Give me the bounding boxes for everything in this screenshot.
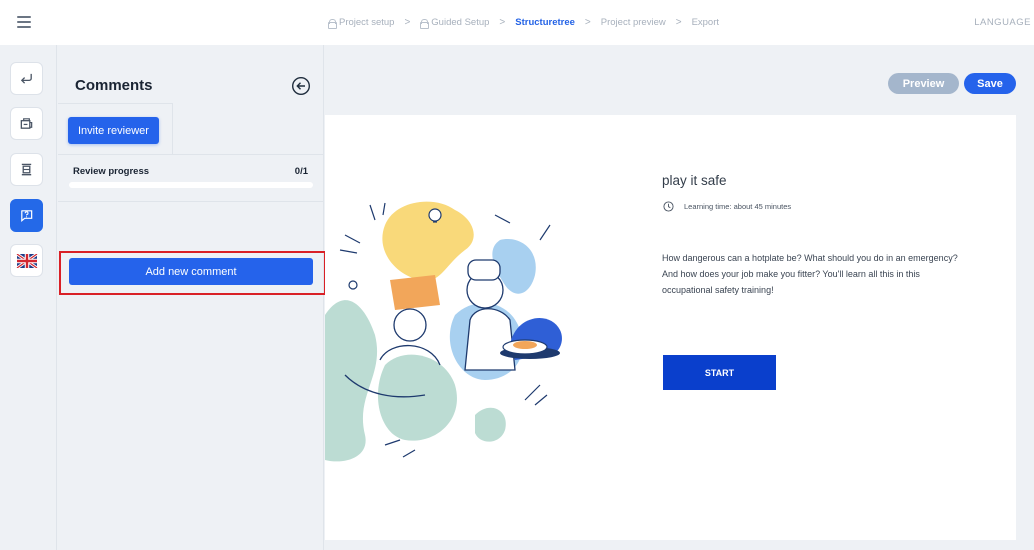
top-bar: Project setup > Guided Setup > Structure…: [0, 0, 1034, 45]
course-title: play it safe: [662, 173, 727, 188]
invite-section: Invite reviewer: [58, 103, 173, 154]
preview-area: Preview Save play it safe Learning time:…: [325, 45, 1034, 550]
rail-structure-button[interactable]: [10, 153, 43, 186]
rail-package-button[interactable]: [10, 107, 43, 140]
course-card: play it safe Learning time: about 45 min…: [325, 115, 1016, 540]
return-arrow-icon: [20, 73, 32, 84]
breadcrumb-label: Guided Setup: [431, 17, 490, 28]
structure-icon: [21, 163, 32, 176]
review-progress-count: 0/1: [294, 166, 308, 177]
lock-icon: [328, 18, 337, 29]
save-button[interactable]: Save: [964, 73, 1016, 94]
breadcrumb-guided-setup[interactable]: Guided Setup: [420, 17, 490, 29]
chevron-right-icon: >: [404, 17, 411, 28]
add-new-comment-button[interactable]: Add new comment: [69, 258, 313, 285]
package-icon: [20, 118, 33, 129]
lock-icon: [420, 18, 430, 29]
language-selector[interactable]: LANGUAGE: [974, 17, 1031, 28]
kitchen-safety-illustration: [325, 201, 562, 462]
clock-icon: [663, 201, 674, 212]
chevron-right-icon: >: [584, 17, 591, 28]
preview-button[interactable]: Preview: [888, 73, 959, 94]
learning-time-label: Learning time: about 45 minutes: [684, 202, 792, 211]
learning-time-row: Learning time: about 45 minutes: [663, 201, 791, 212]
breadcrumb-structuretree[interactable]: Structuretree: [515, 17, 575, 28]
breadcrumb-label: Export: [691, 17, 720, 28]
icon-rail: [0, 45, 57, 550]
breadcrumb-project-preview[interactable]: Project preview: [601, 17, 666, 28]
divider: [58, 201, 324, 202]
course-description: How dangerous can a hotplate be? What sh…: [662, 253, 958, 295]
breadcrumb-project-setup[interactable]: Project setup: [328, 17, 395, 29]
review-progress-label: Review progress: [73, 166, 150, 177]
chevron-right-icon: >: [499, 17, 506, 28]
rail-comments-button[interactable]: [10, 199, 43, 232]
breadcrumb-label: Project preview: [600, 17, 666, 28]
chevron-right-icon: >: [675, 17, 682, 28]
comment-question-icon: [21, 210, 33, 222]
back-arrow-circle-icon[interactable]: [291, 76, 311, 96]
breadcrumb-export[interactable]: Export: [692, 17, 719, 28]
comments-panel: Comments Invite reviewer Review progress…: [58, 45, 324, 550]
start-button[interactable]: START: [663, 355, 776, 390]
invite-reviewer-button[interactable]: Invite reviewer: [68, 117, 159, 144]
breadcrumb-label: Project setup: [339, 17, 395, 28]
review-progress-bar: [69, 182, 313, 188]
divider: [58, 154, 324, 155]
uk-flag-icon: [15, 253, 38, 268]
breadcrumb: Project setup > Guided Setup > Structure…: [328, 17, 719, 29]
hamburger-menu-icon[interactable]: [17, 16, 31, 28]
rail-language-button[interactable]: [10, 244, 43, 277]
panel-title: Comments: [75, 77, 153, 94]
breadcrumb-label: Structuretree: [515, 17, 575, 28]
rail-return-button[interactable]: [10, 62, 43, 95]
